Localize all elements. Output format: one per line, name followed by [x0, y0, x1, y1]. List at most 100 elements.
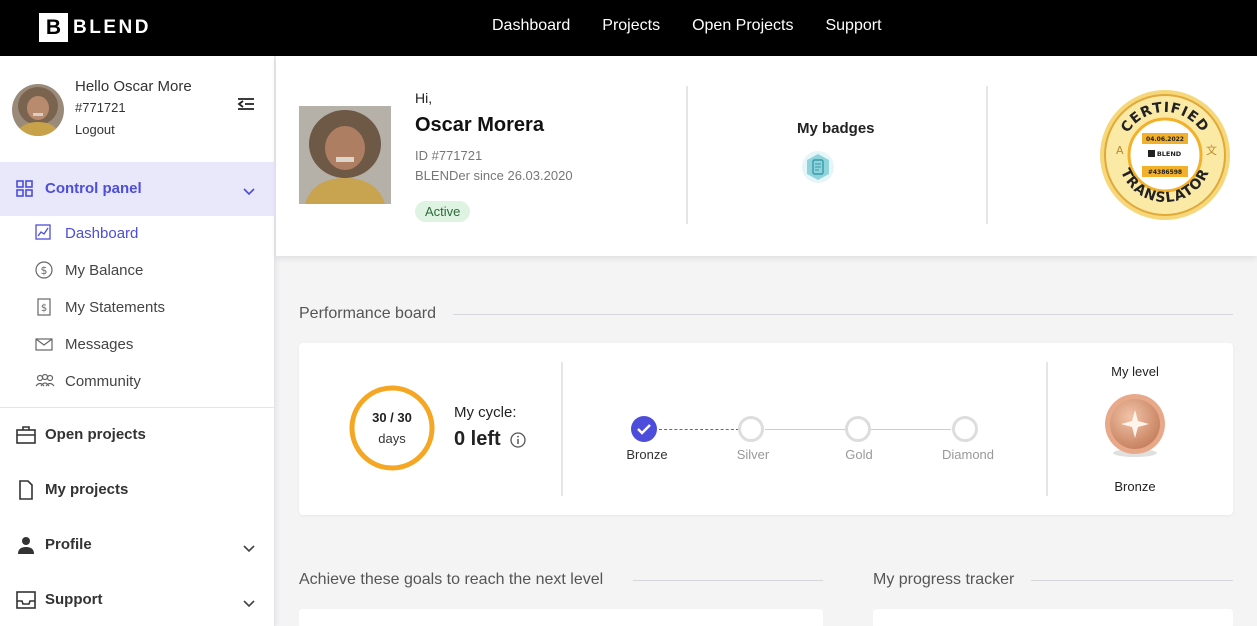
level-step-silver	[738, 416, 764, 442]
sidebar-item-label: Profile	[45, 536, 92, 553]
nav-projects[interactable]: Projects	[602, 17, 660, 35]
card-divider	[561, 362, 563, 496]
level-step-gold	[845, 416, 871, 442]
sidebar-item-label: My Balance	[65, 262, 144, 279]
statement-icon: $	[35, 298, 53, 316]
svg-text:$: $	[41, 264, 48, 277]
sidebar-item-my-balance[interactable]: $ My Balance	[0, 255, 275, 285]
nav-support[interactable]: Support	[825, 17, 881, 35]
sidebar-divider	[0, 407, 275, 408]
badge-hexagon-icon[interactable]	[801, 150, 835, 184]
avatar	[12, 84, 64, 136]
sidebar-item-label: My Statements	[65, 299, 166, 316]
seal-date: 04.06.2022	[1146, 136, 1184, 143]
status-badge: Active	[415, 201, 471, 222]
progress-tracker-card	[873, 609, 1233, 626]
level-track	[765, 429, 845, 430]
dollar-circle-icon: $	[35, 261, 53, 279]
control-panel-label: Control panel	[45, 180, 142, 197]
chevron-down-icon	[243, 540, 255, 558]
sidebar-item-my-projects[interactable]: My projects	[0, 469, 275, 509]
level-label-silver: Silver	[736, 447, 770, 462]
top-navbar: B BLEND Dashboard Projects Open Projects…	[0, 0, 1257, 56]
level-label-gold: Gold	[845, 447, 873, 462]
sidebar-item-community[interactable]: Community	[0, 366, 275, 396]
card-divider	[1046, 362, 1048, 496]
sidebar: Hello Oscar More #771721 Logout Control …	[0, 56, 275, 626]
svg-text:文: 文	[1206, 143, 1217, 157]
cycle-days-count: 30 / 30	[372, 410, 412, 425]
logout-link[interactable]: Logout	[75, 122, 115, 137]
user-greeting: Hello Oscar More	[75, 78, 192, 95]
sidebar-item-label: Dashboard	[65, 225, 139, 242]
info-icon[interactable]	[510, 432, 526, 448]
my-cycle-label: My cycle:	[454, 404, 517, 421]
section-divider	[633, 580, 823, 581]
level-label-bronze: Bronze	[626, 447, 668, 462]
chevron-down-icon	[243, 595, 255, 613]
my-level-title: My level	[1111, 364, 1159, 379]
sidebar-item-label: Support	[45, 591, 103, 608]
envelope-icon	[35, 335, 53, 353]
level-step-diamond	[952, 416, 978, 442]
seal-brand: BLEND	[1157, 150, 1182, 158]
sidebar-item-support[interactable]: Support	[0, 579, 275, 619]
profile-photo	[299, 106, 391, 204]
check-icon	[637, 424, 651, 435]
card-divider	[986, 86, 988, 224]
profile-name: Oscar Morera	[415, 114, 544, 136]
greeting-hi: Hi,	[415, 90, 433, 106]
svg-text:$: $	[41, 303, 47, 314]
my-badges-title: My badges	[797, 120, 875, 137]
cycle-left-value: 0 left	[454, 428, 501, 450]
sidebar-item-open-projects[interactable]: Open projects	[0, 414, 275, 454]
member-since: BLENDer since 26.03.2020	[415, 168, 573, 183]
chevron-up-icon	[243, 183, 255, 201]
seal-code: #4386598	[1148, 169, 1182, 176]
section-divider	[453, 314, 1233, 315]
nav-dashboard[interactable]: Dashboard	[492, 17, 570, 35]
briefcase-icon	[16, 425, 36, 445]
inbox-icon	[16, 590, 36, 610]
collapse-sidebar-icon[interactable]	[237, 96, 255, 112]
cycle-progress-ring	[348, 384, 436, 472]
profile-card: Hi, Oscar Morera ID #771721 BLENDer sinc…	[276, 56, 1257, 256]
person-icon	[16, 535, 36, 555]
top-nav-links: Dashboard Projects Open Projects Support	[492, 17, 882, 35]
logo-wordmark: BLEND	[73, 16, 151, 38]
cycle-days-unit: days	[378, 431, 406, 446]
goals-card	[299, 609, 823, 626]
chart-icon	[35, 224, 53, 242]
blend-logo[interactable]: B BLEND	[39, 13, 151, 42]
level-track-completed	[659, 429, 739, 430]
progress-tracker-title: My progress tracker	[873, 571, 1015, 588]
certified-translator-seal: CERTIFIED TRANSLATOR 04.06.2022 BLEND #4…	[1098, 88, 1232, 222]
people-icon	[35, 372, 55, 390]
nav-open-projects[interactable]: Open Projects	[692, 17, 793, 35]
sidebar-user-block: Hello Oscar More #771721 Logout	[0, 56, 275, 162]
goals-title: Achieve these goals to reach the next le…	[299, 571, 604, 588]
sidebar-item-label: Community	[65, 373, 141, 390]
level-step-bronze	[631, 416, 657, 442]
sidebar-item-profile[interactable]: Profile	[0, 524, 275, 564]
control-panel-toggle[interactable]: Control panel	[0, 162, 275, 216]
sidebar-item-dashboard[interactable]: Dashboard	[0, 218, 275, 248]
sidebar-item-label: Messages	[65, 336, 134, 353]
sidebar-item-my-statements[interactable]: $ My Statements	[0, 292, 275, 322]
sidebar-item-label: My projects	[45, 481, 129, 498]
sidebar-item-messages[interactable]: Messages	[0, 329, 275, 359]
performance-board-title: Performance board	[299, 305, 436, 322]
profile-id: ID #771721	[415, 148, 483, 163]
grid-icon	[16, 180, 33, 202]
svg-text:A: A	[1116, 144, 1124, 157]
performance-card: 30 / 30 days My cycle: 0 left Bronze Sil…	[299, 343, 1233, 515]
level-label-diamond: Diamond	[941, 447, 995, 462]
bronze-medal-icon	[1102, 393, 1168, 459]
section-divider	[1031, 580, 1233, 581]
logo-mark: B	[39, 13, 68, 42]
user-id: #771721	[75, 100, 126, 115]
sidebar-item-label: Open projects	[45, 426, 146, 443]
document-icon	[16, 480, 36, 500]
card-divider	[686, 86, 688, 224]
level-track	[871, 429, 951, 430]
